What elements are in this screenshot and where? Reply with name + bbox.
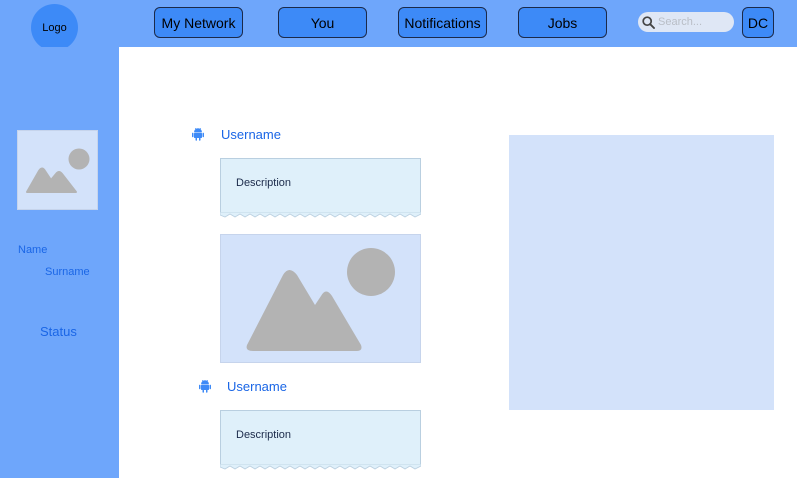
post-description: Description xyxy=(220,158,421,218)
image-placeholder-icon xyxy=(26,148,90,193)
right-side-panel xyxy=(509,135,774,410)
android-icon xyxy=(199,379,211,393)
logo[interactable]: Logo xyxy=(31,4,78,51)
nav-jobs-button[interactable]: Jobs xyxy=(518,7,607,38)
torn-edge xyxy=(220,464,421,470)
profile-status: Status xyxy=(40,324,77,339)
nav-my-network-button[interactable]: My Network xyxy=(154,7,243,38)
post-image-placeholder[interactable] xyxy=(220,234,421,363)
torn-edge xyxy=(220,212,421,218)
android-icon xyxy=(192,127,204,141)
post-description: Description xyxy=(220,410,421,470)
user-avatar-button[interactable]: DC xyxy=(742,7,774,38)
nav-you-button[interactable]: You xyxy=(278,7,367,38)
search-input[interactable] xyxy=(658,16,732,28)
search-box[interactable] xyxy=(638,12,734,32)
profile-name: Name xyxy=(18,244,48,256)
profile-image-placeholder[interactable] xyxy=(17,130,98,210)
top-navigation-bar: Logo My Network You Notifications Jobs D… xyxy=(0,0,797,51)
post-username[interactable]: Username xyxy=(221,127,281,142)
image-placeholder-icon xyxy=(246,248,395,351)
search-icon xyxy=(642,15,655,29)
post-username[interactable]: Username xyxy=(227,379,287,394)
profile-sidebar: Name Surname Status xyxy=(0,47,119,478)
nav-notifications-button[interactable]: Notifications xyxy=(398,7,487,38)
post-description-text: Description xyxy=(236,429,292,441)
profile-surname: Surname xyxy=(45,266,90,278)
post-description-text: Description xyxy=(236,177,292,189)
